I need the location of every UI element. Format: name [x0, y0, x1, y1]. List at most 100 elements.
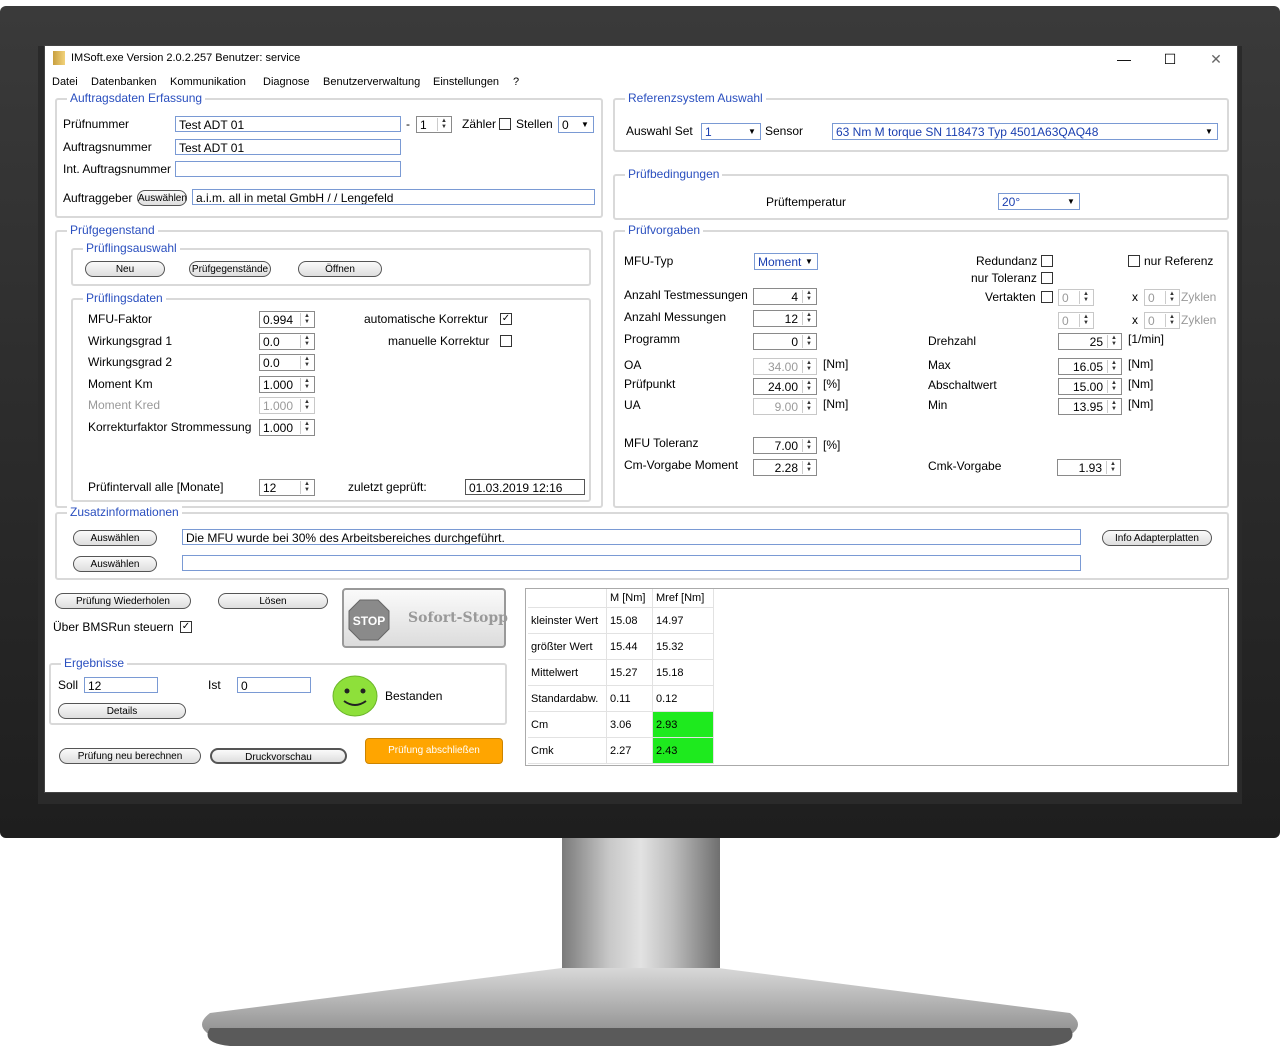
- cmk-vorgabe-label: Cmk-Vorgabe: [928, 459, 1002, 473]
- sofort-stopp-button[interactable]: STOP Sofort-Stopp: [342, 588, 508, 648]
- zaehler-checkbox[interactable]: [499, 118, 511, 130]
- nur-referenz-checkbox[interactable]: [1128, 255, 1140, 267]
- korrekturfaktor-stepper[interactable]: 1.000 ▲ ▼: [259, 419, 315, 436]
- cm-vorgabe-stepper[interactable]: 2.28 ▲ ▼: [753, 459, 817, 476]
- menu-benutzerverwaltung[interactable]: Benutzerverwaltung: [323, 76, 420, 88]
- stepper-arrows-icon[interactable]: ▲ ▼: [1107, 380, 1120, 393]
- info-adapterplatten-button[interactable]: Info Adapterplatten: [1102, 530, 1212, 546]
- menu-datei[interactable]: Datei: [52, 76, 78, 88]
- close-button[interactable]: ✕: [1193, 46, 1239, 72]
- oa-label: OA: [624, 358, 642, 372]
- stepper-arrows-icon[interactable]: ▲ ▼: [802, 335, 815, 348]
- stepper-arrows-icon[interactable]: ▲ ▼: [802, 290, 815, 303]
- table-row: größter Wert 15.44 15.32: [528, 633, 714, 660]
- stepper-arrows-icon[interactable]: ▲ ▼: [300, 335, 313, 348]
- abschaltwert-stepper[interactable]: 15.00 ▲ ▼: [1058, 378, 1122, 395]
- druckvorschau-button[interactable]: Druckvorschau: [210, 748, 347, 764]
- menu-datenbanken[interactable]: Datenbanken: [91, 76, 156, 88]
- menu-diagnose[interactable]: Diagnose: [263, 76, 309, 88]
- auftraggeber-auswaehlen-button[interactable]: Auswählen: [137, 190, 187, 206]
- stepper-arrows-icon[interactable]: ▲ ▼: [300, 356, 313, 369]
- man-korrektur-checkbox[interactable]: [500, 335, 512, 347]
- pruefung-abschliessen-button[interactable]: Prüfung abschließen: [365, 738, 503, 764]
- menu-einstellungen[interactable]: Einstellungen: [433, 76, 499, 88]
- chevron-down-icon: ▼: [581, 120, 589, 129]
- ua-stepper: 9.00 ▲ ▼: [753, 398, 817, 415]
- max-label: Max: [928, 358, 951, 372]
- stepper-arrows-icon[interactable]: ▲ ▼: [300, 313, 313, 326]
- oeffnen-button[interactable]: Öffnen: [298, 261, 382, 277]
- pruefpunkt-stepper[interactable]: 24.00 ▲ ▼: [753, 378, 817, 395]
- sensor-select[interactable]: 63 Nm M torque SN 118473 Typ 4501A63QAQ4…: [832, 123, 1218, 140]
- table-cell: größter Wert: [528, 633, 607, 660]
- moment-km-stepper[interactable]: 1.000 ▲ ▼: [259, 376, 315, 393]
- wirkungsgrad2-stepper[interactable]: 0.0 ▲ ▼: [259, 354, 315, 371]
- bmsrun-checkbox[interactable]: ✓: [180, 621, 192, 633]
- anz-mess-stepper[interactable]: 12 ▲ ▼: [753, 310, 817, 327]
- auftragsnummer-input[interactable]: Test ADT 01: [175, 139, 401, 155]
- table-header-cell: [528, 589, 607, 608]
- menu-help[interactable]: ?: [513, 76, 519, 88]
- max-stepper[interactable]: 16.05 ▲ ▼: [1058, 358, 1122, 375]
- nur-toleranz-checkbox[interactable]: [1041, 272, 1053, 284]
- auswahl-set-select[interactable]: 1 ▼: [701, 123, 761, 140]
- pruefgegenstaende-button[interactable]: Prüfgegenstände: [189, 261, 271, 277]
- menu-kommunikation[interactable]: Kommunikation: [170, 76, 246, 88]
- mfu-faktor-stepper[interactable]: 0.994 ▲ ▼: [259, 311, 315, 328]
- ist-input[interactable]: 0: [237, 677, 311, 693]
- stepper-arrows-icon[interactable]: ▲ ▼: [300, 421, 313, 434]
- loesen-button[interactable]: Lösen: [218, 593, 328, 609]
- stepper-arrows-icon: ▲ ▼: [802, 360, 815, 373]
- zuletzt-input[interactable]: 01.03.2019 12:16: [465, 479, 585, 495]
- stepper-arrows-icon[interactable]: ▲ ▼: [437, 118, 450, 131]
- vertakten-checkbox[interactable]: [1041, 291, 1053, 303]
- details-button[interactable]: Details: [58, 703, 186, 719]
- pruefung-neu-berechnen-button[interactable]: Prüfung neu berechnen: [59, 748, 201, 764]
- redundanz-checkbox[interactable]: [1041, 255, 1053, 267]
- pruefung-wiederholen-button[interactable]: Prüfung Wiederholen: [55, 593, 191, 609]
- drehzahl-stepper[interactable]: 25 ▲ ▼: [1058, 333, 1122, 350]
- ua-unit: [Nm]: [823, 397, 849, 411]
- stepper-arrows-icon[interactable]: ▲ ▼: [300, 378, 313, 391]
- table-row: M [Nm] Mref [Nm]: [528, 589, 714, 608]
- mfu-typ-select[interactable]: Moment ▼: [754, 253, 818, 270]
- stepper-arrows-icon[interactable]: ▲ ▼: [802, 312, 815, 325]
- zusatz-auswaehlen-1-button[interactable]: Auswählen: [73, 530, 157, 546]
- stepper-arrows-icon[interactable]: ▲ ▼: [1107, 335, 1120, 348]
- pruefttemperatur-select[interactable]: 20° ▼: [998, 193, 1080, 210]
- stepper-arrows-icon[interactable]: ▲ ▼: [1106, 461, 1119, 474]
- stepper-arrows-icon[interactable]: ▲ ▼: [1107, 400, 1120, 413]
- neu-button[interactable]: Neu: [85, 261, 165, 277]
- zusatz-auswaehlen-2-button[interactable]: Auswählen: [73, 556, 157, 572]
- stepper-arrows-icon: ▲ ▼: [300, 399, 313, 412]
- stepper-arrows-icon: ▲ ▼: [1079, 314, 1092, 327]
- programm-stepper[interactable]: 0 ▲ ▼: [753, 333, 817, 350]
- wirkungsgrad1-stepper[interactable]: 0.0 ▲ ▼: [259, 333, 315, 350]
- min-stepper[interactable]: 13.95 ▲ ▼: [1058, 398, 1122, 415]
- maximize-button[interactable]: ☐: [1147, 46, 1193, 72]
- pruefnummer-input[interactable]: Test ADT 01: [175, 116, 401, 132]
- moment-km-label: Moment Km: [88, 377, 153, 391]
- auto-korrektur-checkbox[interactable]: ✓: [500, 313, 512, 325]
- soll-input[interactable]: 12: [84, 677, 158, 693]
- zusatz-text-2-input[interactable]: [182, 555, 1081, 571]
- table-cell-pass: 2.93: [652, 711, 714, 738]
- stepper-arrows-icon[interactable]: ▲ ▼: [300, 481, 313, 494]
- int-auftragsnummer-input[interactable]: [175, 161, 401, 177]
- auftraggeber-input[interactable]: a.i.m. all in metal GmbH / / Lengefeld: [192, 189, 595, 205]
- anz-test-stepper[interactable]: 4 ▲ ▼: [753, 288, 817, 305]
- stepper-arrows-icon[interactable]: ▲ ▼: [802, 380, 815, 393]
- sensor-label: Sensor: [765, 124, 804, 138]
- abschaltwert-unit: [Nm]: [1128, 377, 1154, 391]
- table-cell: Mittelwert: [528, 659, 607, 686]
- stellen-select[interactable]: 0 ▼: [558, 116, 594, 133]
- pruefintervall-stepper[interactable]: 12 ▲ ▼: [259, 479, 315, 496]
- index-stepper[interactable]: 1 ▲ ▼: [416, 116, 452, 133]
- zusatz-text-1-input[interactable]: Die MFU wurde bei 30% des Arbeitsbereich…: [182, 529, 1081, 545]
- mfu-toleranz-stepper[interactable]: 7.00 ▲ ▼: [753, 437, 817, 454]
- stepper-arrows-icon[interactable]: ▲ ▼: [802, 439, 815, 452]
- stepper-arrows-icon[interactable]: ▲ ▼: [802, 461, 815, 474]
- minimize-button[interactable]: —: [1101, 46, 1147, 72]
- stepper-arrows-icon[interactable]: ▲ ▼: [1107, 360, 1120, 373]
- cmk-vorgabe-stepper[interactable]: 1.93 ▲ ▼: [1057, 459, 1121, 476]
